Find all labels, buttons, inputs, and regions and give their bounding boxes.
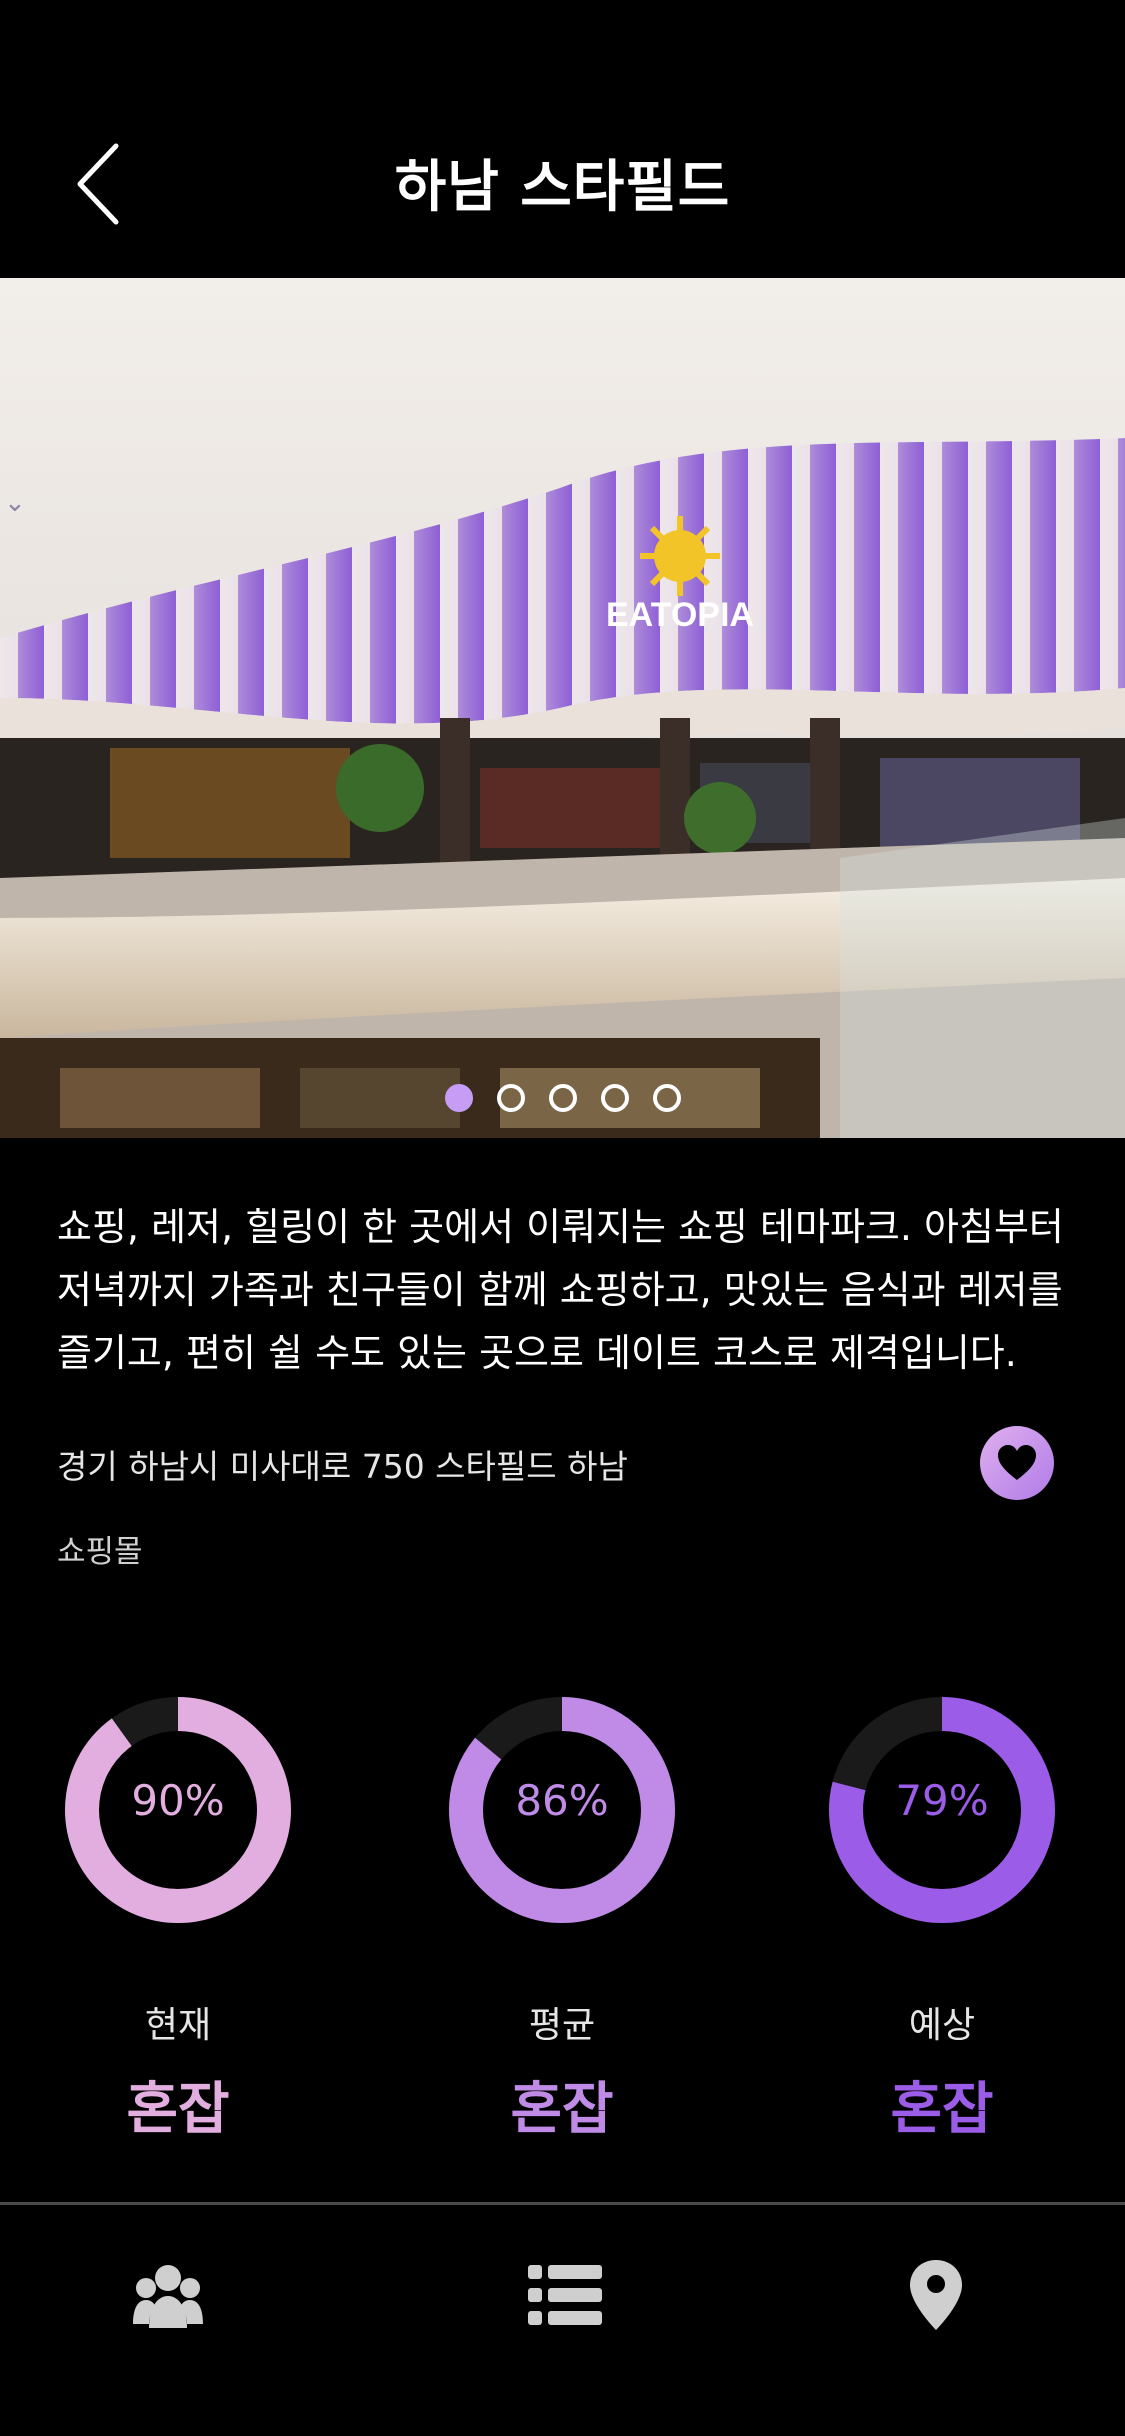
sign-text: EATOPIA	[606, 596, 754, 634]
tab-people[interactable]	[98, 2245, 238, 2345]
page-title: 하남 스타필드	[394, 155, 731, 220]
favorite-button[interactable]	[980, 1426, 1054, 1500]
stat-status: 혼잡	[126, 2077, 230, 2142]
carousel-dot[interactable]	[444, 1084, 473, 1112]
carousel-dot[interactable]	[600, 1084, 629, 1112]
chevron-down-icon: ⌄	[4, 488, 26, 518]
carousel-dot[interactable]	[652, 1084, 681, 1112]
place-category: 쇼핑몰	[57, 1534, 143, 1570]
place-description: 쇼핑, 레저, 힐링이 한 곳에서 이뤄지는 쇼핑 테마파크. 아침부터 저녁까…	[57, 1205, 1064, 1375]
carousel-dot[interactable]	[496, 1084, 525, 1112]
stat-average: 86% 평균 혼잡	[432, 1690, 692, 2145]
congestion-stats: 90% 현재 혼잡 86% 평균 혼잡 79% 예상 혼잡	[0, 1690, 1125, 2142]
header: 하남 스타필드	[0, 0, 1125, 278]
congestion-ring: 79%	[822, 1690, 1062, 1930]
place-address: 경기 하남시 미사대로 750 스타필드 하남	[57, 1447, 628, 1486]
ring-percent: 90%	[131, 1776, 225, 1825]
place-photo: EATOPIA	[0, 278, 1125, 1138]
bottom-tab-bar	[0, 2205, 1125, 2436]
congestion-ring: 90%	[58, 1690, 298, 1930]
ring-percent: 86%	[515, 1776, 609, 1825]
stat-current: 90% 현재 혼잡	[48, 1690, 308, 2145]
carousel-indicator	[0, 1084, 1125, 1112]
stat-forecast: 79% 예상 혼잡	[812, 1690, 1072, 2145]
ring-percent: 79%	[895, 1776, 989, 1825]
stat-status: 혼잡	[890, 2077, 994, 2142]
list-icon	[528, 2265, 602, 2325]
stat-label: 현재	[144, 2005, 212, 2046]
stat-label: 예상	[908, 2005, 976, 2046]
tab-map[interactable]	[866, 2245, 1006, 2345]
photo-carousel[interactable]: EATOPIA ⌄	[0, 278, 1125, 1138]
congestion-ring: 86%	[442, 1690, 682, 1930]
carousel-dot[interactable]	[548, 1084, 577, 1112]
tab-list[interactable]	[495, 2245, 635, 2345]
stat-label: 평균	[528, 2005, 596, 2046]
stat-status: 혼잡	[510, 2077, 614, 2142]
users-icon	[133, 2265, 203, 2328]
heart-icon	[998, 1445, 1036, 1480]
map-pin-icon	[910, 2260, 962, 2330]
